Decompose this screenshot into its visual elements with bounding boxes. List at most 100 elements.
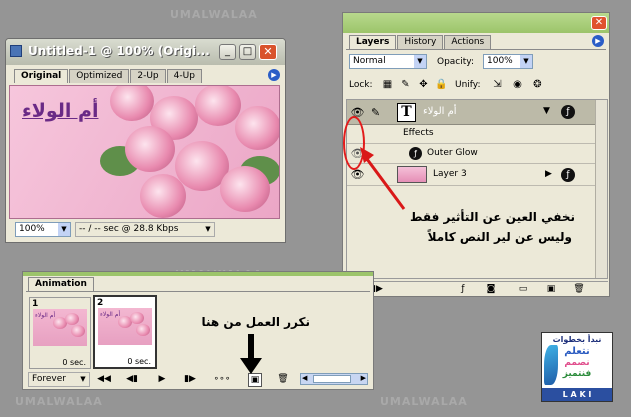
chevron-down-icon: ▼ [77, 373, 89, 386]
scroll-thumb[interactable] [313, 375, 351, 383]
image-canvas: أم الولاء [9, 85, 280, 219]
rose [220, 166, 270, 212]
tab-optimized[interactable]: Optimized [69, 69, 130, 83]
red-annotation-arrow [360, 147, 406, 210]
unify-visibility-icon[interactable]: ◉ [511, 79, 524, 91]
trash-icon[interactable]: 🗑 [276, 373, 290, 385]
scroll-right-icon[interactable]: ▶ [361, 374, 366, 382]
blend-mode-select[interactable]: Normal ▼ [349, 54, 427, 69]
image-window-title: Untitled-1 @ 100% (Origi... [28, 44, 210, 58]
layers-bottom-bar: ◀▮ ▮▶ ƒ ◙ ▭ ▣ 🗑 [346, 281, 608, 296]
animation-bottom-bar: Forever ▼ ◀◀ ◀▮ ▶ ▮▶ ∘∘∘ ▣ 🗑 ◀ ▶ [26, 372, 370, 387]
rose [235, 106, 279, 150]
animation-frame-1[interactable]: 1 أم الولاء 0 sec. [29, 297, 91, 369]
layers-close-button[interactable]: ✕ [591, 16, 607, 30]
collapse-effects-icon[interactable]: ▼ [543, 106, 550, 116]
chevron-down-icon: ▼ [58, 223, 70, 236]
rose [140, 174, 186, 218]
scroll-left-icon[interactable]: ◀ [302, 374, 307, 382]
add-mask-icon[interactable]: ◙ [484, 283, 498, 295]
unify-style-icon[interactable]: ❂ [531, 79, 544, 91]
lock-all-icon[interactable]: 🔒 [435, 79, 448, 91]
tween-icon[interactable]: ∘∘∘ [212, 373, 232, 385]
chevron-down-icon: ▼ [414, 55, 426, 68]
tab-history[interactable]: History [397, 35, 444, 49]
image-window: Untitled-1 @ 100% (Origi... _ □ ✕ Origin… [5, 38, 286, 243]
animation-panel-titlebar[interactable] [23, 272, 373, 276]
layer-effects-icon: ƒ [561, 168, 575, 182]
frame-number: 2 [97, 298, 104, 308]
rose [195, 86, 241, 126]
watermark: UMALWALAA [15, 395, 103, 408]
loop-select[interactable]: Forever ▼ [28, 372, 90, 387]
unify-label: Unify: [455, 80, 481, 90]
animation-frame-2[interactable]: 2 أم الولاء 0 sec. [93, 295, 157, 369]
unify-position-icon[interactable]: ⇲ [491, 79, 504, 91]
layer-name-text: أم الولاء [423, 106, 457, 117]
layers-scrollbar[interactable] [595, 100, 607, 278]
logo-line1: نبدأ بخطوات [552, 335, 602, 344]
tab-animation[interactable]: Animation [28, 277, 94, 291]
panel-menu-arrow-icon[interactable]: ▶ [268, 69, 280, 81]
minimize-icon: _ [225, 46, 230, 57]
frame-thumbnail: أم الولاء [98, 308, 152, 345]
close-icon: ✕ [594, 17, 604, 28]
frame-thumb-text: أم الولاء [100, 311, 121, 318]
lock-paint-icon[interactable]: ✎ [399, 79, 412, 91]
zoom-select[interactable]: 100% ▼ [15, 222, 71, 237]
layer-row-text[interactable]: 👁 ✎ T أم الولاء ▼ ƒ [347, 100, 595, 125]
lock-move-icon[interactable]: ✥ [417, 79, 430, 91]
close-button[interactable]: ✕ [259, 44, 277, 60]
chevron-down-icon: ▼ [202, 223, 214, 236]
loop-value: Forever [32, 374, 66, 384]
canvas-text: أم الولاء [22, 100, 99, 122]
add-style-icon[interactable]: ƒ [456, 283, 470, 295]
first-frame-icon[interactable]: ◀◀ [96, 373, 112, 385]
site-logo: نبدأ بخطوات نتعلم نصمم فنتميز L A K I [541, 332, 613, 402]
photoshop-icon [10, 45, 22, 57]
minimize-button[interactable]: _ [219, 44, 236, 60]
feather-icon [544, 345, 558, 385]
maximize-icon: □ [242, 46, 253, 57]
frame-delay[interactable]: 0 sec. [62, 358, 86, 367]
tab-4-up[interactable]: 4-Up [166, 69, 202, 83]
close-icon: ✕ [263, 45, 273, 58]
next-frame-icon[interactable]: ▮▶ [182, 373, 198, 385]
tab-actions[interactable]: Actions [444, 35, 492, 49]
watermark: UMALWALAA [380, 395, 468, 408]
tab-layers[interactable]: Layers [349, 35, 397, 49]
layer-effects-icon: ƒ [561, 105, 575, 119]
prev-frame-icon[interactable]: ◀▮ [124, 373, 140, 385]
frame-thumb-text: أم الولاء [35, 312, 56, 319]
tab-2-up[interactable]: 2-Up [130, 69, 166, 83]
frame-delay[interactable]: 0 sec. [127, 357, 151, 366]
maximize-button[interactable]: □ [239, 44, 256, 60]
lock-label: Lock: [349, 80, 373, 90]
duplicate-frame-icon[interactable]: ▣ [248, 373, 262, 387]
expand-effects-icon[interactable]: ▶ [545, 169, 552, 179]
frame-thumbnail: أم الولاء [33, 309, 87, 346]
rose [65, 313, 79, 325]
play-icon[interactable]: ▶ [154, 373, 170, 385]
layer-row-effects[interactable]: Effects [347, 125, 595, 144]
rose [71, 325, 85, 337]
frame-number: 1 [32, 299, 39, 309]
animation-scrollbar[interactable]: ◀ ▶ [300, 373, 368, 385]
layers-panel-titlebar[interactable] [343, 13, 609, 33]
black-annotation-arrow [240, 334, 262, 374]
opacity-value: 100% [487, 56, 513, 66]
new-layer-icon[interactable]: ▣ [544, 283, 558, 295]
new-set-icon[interactable]: ▭ [516, 283, 530, 295]
layers-menu-arrow-icon[interactable]: ▶ [592, 35, 604, 47]
chevron-down-icon: ▼ [520, 55, 532, 68]
tab-divider [26, 291, 370, 292]
tab-divider [346, 49, 606, 50]
lock-transparency-icon[interactable]: ▦ [381, 79, 394, 91]
download-time-select[interactable]: -- / -- sec @ 28.8 Kbps ▼ [75, 222, 215, 237]
zoom-value: 100% [19, 224, 45, 234]
trash-icon[interactable]: 🗑 [572, 283, 586, 295]
logo-footer: L A K I [542, 388, 612, 401]
watermark: UMALWALAA [170, 8, 258, 21]
tab-original[interactable]: Original [14, 69, 69, 83]
opacity-select[interactable]: 100% ▼ [483, 54, 533, 69]
